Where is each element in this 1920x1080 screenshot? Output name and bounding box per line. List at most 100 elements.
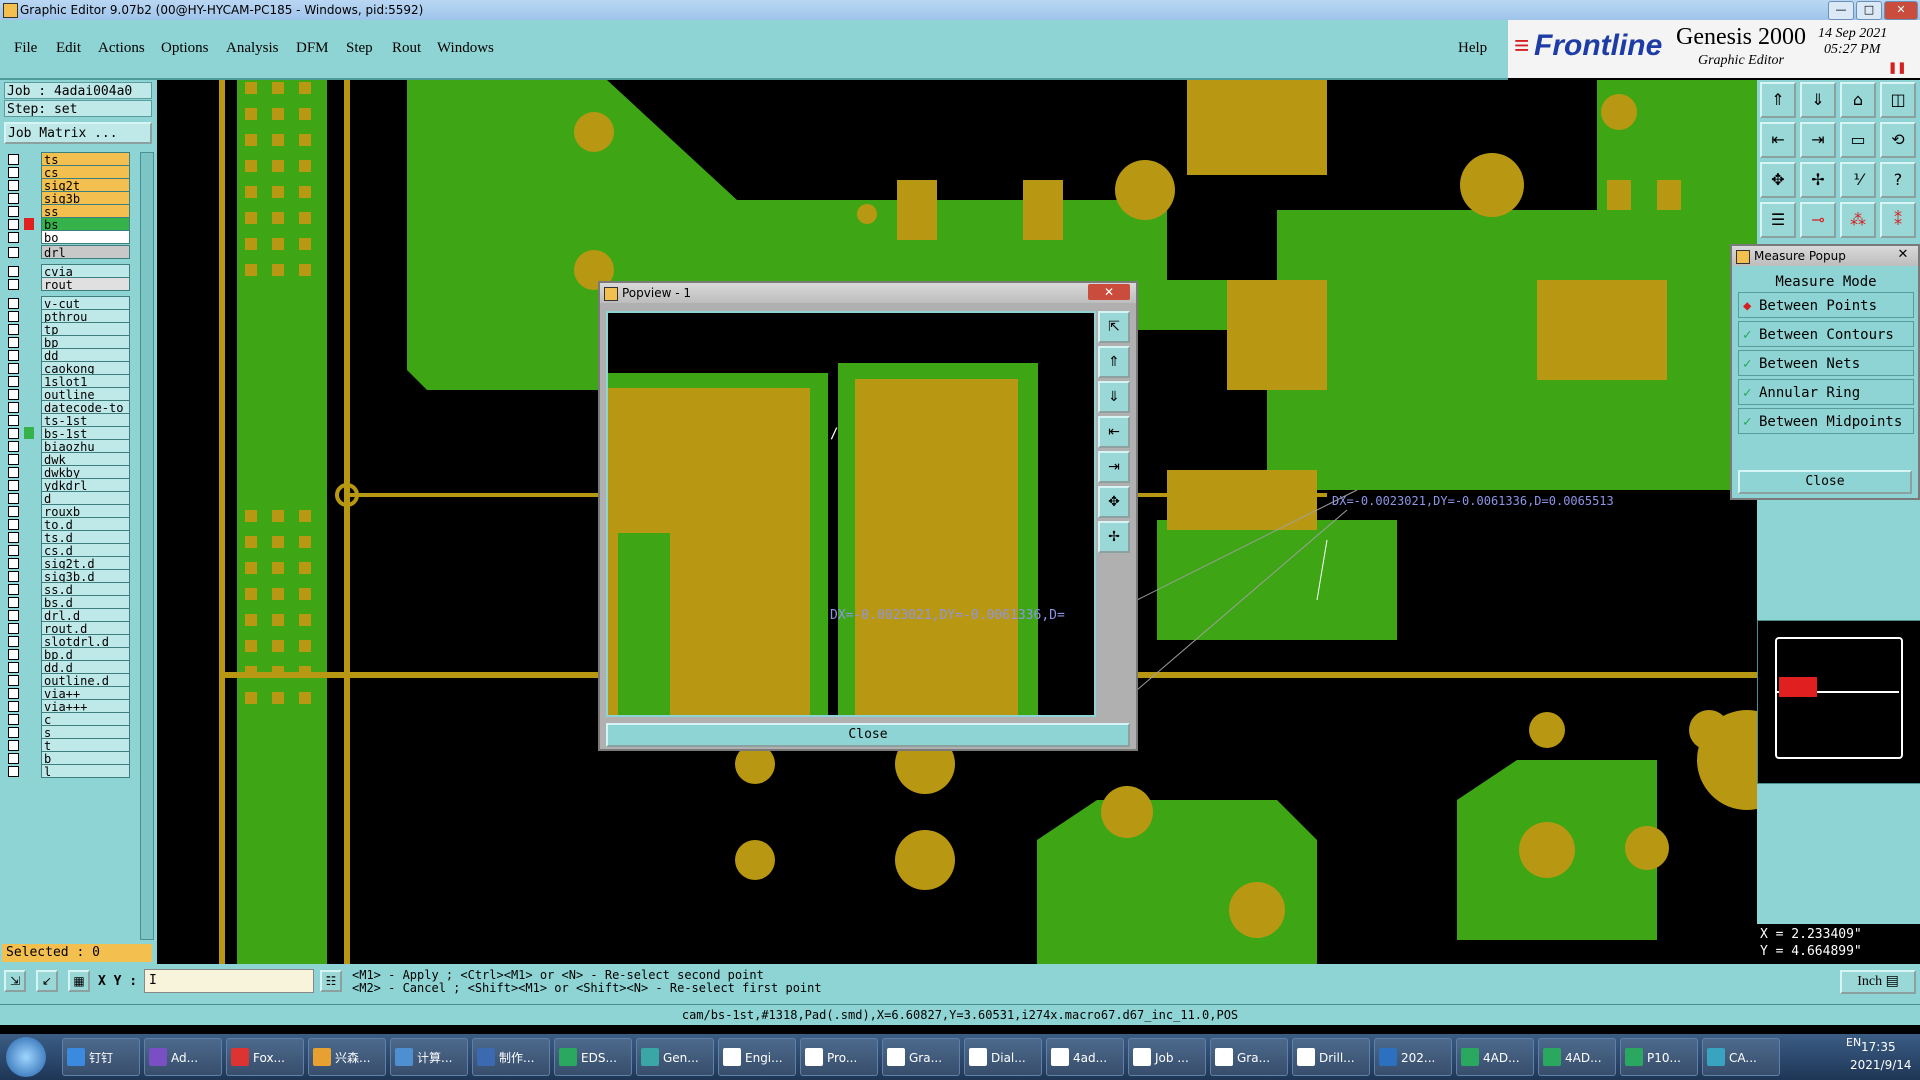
layer-row[interactable]: l	[8, 764, 130, 778]
popview-down-icon[interactable]: ⇓	[1098, 381, 1130, 413]
job-matrix-button[interactable]: Job Matrix ...	[4, 122, 152, 144]
layer-checkbox[interactable]	[8, 324, 19, 335]
measure-option[interactable]: ✓ Between Contours	[1738, 321, 1914, 347]
unit-selector[interactable]: Inch ▤	[1840, 970, 1916, 994]
layer-checkbox[interactable]	[8, 571, 19, 582]
layer-row[interactable]: rout.d	[8, 621, 130, 635]
layers-icon[interactable]: ☰	[1760, 202, 1796, 238]
tray-lang[interactable]: EN	[1846, 1036, 1861, 1049]
tool-grid-icon[interactable]: ▦	[68, 970, 90, 992]
taskbar-item[interactable]: 202...	[1374, 1038, 1452, 1076]
info-icon[interactable]: ☷	[320, 970, 342, 992]
layer-checkbox[interactable]	[8, 467, 19, 478]
layer-row[interactable]: bo	[8, 230, 130, 244]
taskbar-item[interactable]: 4AD...	[1538, 1038, 1616, 1076]
layer-row[interactable]: drl.d	[8, 608, 130, 622]
layer-checkbox[interactable]	[8, 454, 19, 465]
layer-row[interactable]: bs.d	[8, 595, 130, 609]
menu-windows[interactable]: Windows	[437, 40, 494, 57]
minimize-icon[interactable]: —	[1828, 1, 1854, 20]
measure-close-icon[interactable]: ✕	[1892, 247, 1914, 263]
layer-row[interactable]: pthrou	[8, 309, 130, 323]
popview-canvas[interactable]: / DX=-0.0023021,DY=-0.0061336,D=	[608, 313, 1094, 715]
taskbar-item[interactable]: CA...	[1702, 1038, 1780, 1076]
xy-input[interactable]: I	[144, 969, 314, 993]
layer-checkbox[interactable]	[8, 363, 19, 374]
taskbar-item[interactable]: 兴森...	[308, 1038, 386, 1076]
layer-checkbox[interactable]	[8, 558, 19, 569]
layer-row[interactable]: t	[8, 738, 130, 752]
measure-icon[interactable]: ⊸	[1800, 202, 1836, 238]
layer-row[interactable]: c	[8, 712, 130, 726]
layer-checkbox[interactable]	[8, 753, 19, 764]
view-fit-icon[interactable]: ▭	[1840, 122, 1876, 158]
move-icon[interactable]: ✥	[1760, 162, 1796, 198]
layer-row[interactable]: slotdrl.d	[8, 634, 130, 648]
layer-row[interactable]: bs	[8, 217, 130, 231]
taskbar-item[interactable]: Job ...	[1128, 1038, 1206, 1076]
popview-left-icon[interactable]: ⇤	[1098, 416, 1130, 448]
measure-option[interactable]: ✓ Annular Ring	[1738, 379, 1914, 405]
layer-row[interactable]: dd.d	[8, 660, 130, 674]
layer-checkbox[interactable]	[8, 428, 19, 439]
layer-row[interactable]: cvia	[8, 264, 130, 278]
zoom-bottom-icon[interactable]: ⇓	[1800, 82, 1836, 118]
taskbar-item[interactable]: 4AD...	[1456, 1038, 1534, 1076]
layer-checkbox[interactable]	[8, 545, 19, 556]
taskbar-item[interactable]: P10...	[1620, 1038, 1698, 1076]
layer-checkbox[interactable]	[8, 636, 19, 647]
menu-actions[interactable]: Actions	[98, 40, 145, 57]
menu-step[interactable]: Step	[346, 40, 373, 57]
layer-checkbox[interactable]	[8, 506, 19, 517]
menu-options[interactable]: Options	[161, 40, 209, 57]
layer-row[interactable]: ss	[8, 204, 130, 218]
menu-dfm[interactable]: DFM	[296, 40, 329, 57]
layer-checkbox[interactable]	[8, 649, 19, 660]
menu-edit[interactable]: Edit	[56, 40, 81, 57]
close-icon[interactable]: ✕	[1884, 1, 1918, 20]
layer-row[interactable]: drl	[8, 245, 130, 259]
taskbar-item[interactable]: 计算...	[390, 1038, 468, 1076]
layer-row[interactable]: rouxb	[8, 504, 130, 518]
layer-row[interactable]: bs-1st	[8, 426, 130, 440]
taskbar-item[interactable]: Pro...	[800, 1038, 878, 1076]
layer-checkbox[interactable]	[8, 193, 19, 204]
overview-map[interactable]	[1757, 620, 1920, 784]
popview-close-icon[interactable]: ✕	[1088, 284, 1130, 300]
layer-checkbox[interactable]	[8, 389, 19, 400]
layer-checkbox[interactable]	[8, 597, 19, 608]
layer-row[interactable]: dwkby	[8, 465, 130, 479]
layer-checkbox[interactable]	[8, 519, 19, 530]
layer-row[interactable]: rout	[8, 277, 130, 291]
measure-option[interactable]: ◆ Between Points	[1738, 292, 1914, 318]
layer-row[interactable]: outline	[8, 387, 130, 401]
layer-checkbox[interactable]	[8, 727, 19, 738]
layer-row[interactable]: via+++	[8, 699, 130, 713]
layer-row[interactable]: dwk	[8, 452, 130, 466]
layer-row[interactable]: to.d	[8, 517, 130, 531]
layer-checkbox[interactable]	[8, 180, 19, 191]
layer-checkbox[interactable]	[8, 766, 19, 777]
layer-row[interactable]: sig3b.d	[8, 569, 130, 583]
start-button[interactable]	[6, 1037, 46, 1077]
layer-checkbox[interactable]	[8, 154, 19, 165]
undo-view-icon[interactable]: ⟲	[1880, 122, 1916, 158]
layer-row[interactable]: via++	[8, 686, 130, 700]
layer-checkbox[interactable]	[8, 376, 19, 387]
layer-checkbox[interactable]	[8, 219, 19, 230]
pan-right-icon[interactable]: ⇥	[1800, 122, 1836, 158]
layer-checkbox[interactable]	[8, 247, 19, 258]
layer-checkbox[interactable]	[8, 350, 19, 361]
taskbar-item[interactable]: 钉钉	[62, 1038, 140, 1076]
zoom-top-icon[interactable]: ⇑	[1760, 82, 1796, 118]
layer-checkbox[interactable]	[8, 402, 19, 413]
layer-row[interactable]: cs	[8, 165, 130, 179]
clock-time[interactable]: 17:35	[1861, 1040, 1896, 1054]
layer-checkbox[interactable]	[8, 662, 19, 673]
taskbar-item[interactable]: Gen...	[636, 1038, 714, 1076]
layer-row[interactable]: sig2t.d	[8, 556, 130, 570]
layer-row[interactable]: sig2t	[8, 178, 130, 192]
layer-checkbox[interactable]	[8, 279, 19, 290]
layer-checkbox[interactable]	[8, 480, 19, 491]
layer-checkbox[interactable]	[8, 298, 19, 309]
